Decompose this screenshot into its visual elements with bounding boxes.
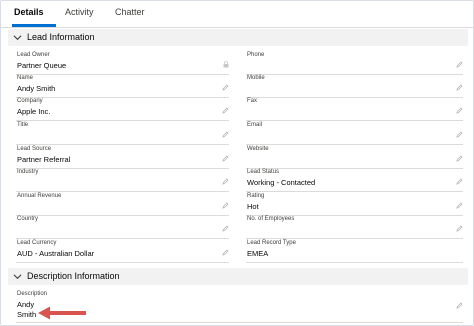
field-label: No. of Employees [247, 216, 295, 222]
field-label: Company [17, 98, 43, 104]
active-tab-indicator [12, 24, 56, 27]
pencil-icon[interactable] [456, 225, 463, 232]
field-label: Phone [247, 52, 265, 58]
section-title: Description Information [27, 271, 120, 281]
description-line-2: Smith [17, 310, 37, 319]
field-lead-record-type: Lead Record Type EMEA [246, 240, 463, 263]
field-value: EMEA [247, 249, 269, 258]
field-label: Lead Source [17, 146, 52, 152]
section-description-information[interactable]: Description Information [8, 268, 468, 285]
field-lead-owner: Lead Owner Partner Queue [16, 52, 229, 75]
tab-details[interactable]: Details [14, 7, 44, 17]
field-value: Partner Queue [17, 61, 67, 70]
field-label: Annual Revenue [17, 193, 62, 199]
field-website: Website [246, 146, 463, 169]
pencil-icon[interactable] [456, 178, 463, 185]
pencil-icon[interactable] [456, 131, 463, 138]
field-value: Hot [247, 202, 259, 211]
field-label: Fax [247, 98, 258, 104]
pencil-icon[interactable] [222, 155, 229, 162]
pencil-icon[interactable] [456, 107, 463, 114]
field-lead-currency: Lead Currency AUD - Australian Dollar [16, 240, 229, 263]
section-title: Lead Information [27, 32, 95, 42]
pencil-icon[interactable] [222, 131, 229, 138]
field-fax: Fax [246, 98, 463, 121]
section-lead-information[interactable]: Lead Information [8, 29, 468, 46]
pencil-icon[interactable] [222, 84, 229, 91]
field-label: Lead Record Type [247, 240, 296, 246]
field-label: Name [17, 75, 34, 81]
pencil-icon[interactable] [222, 249, 229, 256]
field-label: Industry [17, 169, 39, 175]
record-detail-panel: Details Activity Chatter Lead Informatio… [0, 0, 474, 326]
pencil-icon[interactable] [456, 61, 463, 68]
pencil-icon[interactable] [456, 302, 463, 309]
field-label: Lead Status [247, 169, 280, 175]
field-lead-source: Lead Source Partner Referral [16, 146, 229, 169]
field-label: Rating [247, 193, 265, 199]
field-rating: Rating Hot [246, 193, 463, 216]
field-label: Email [247, 122, 263, 128]
chevron-down-icon [13, 35, 22, 41]
field-email: Email [246, 122, 463, 145]
tab-bar: Details Activity Chatter [1, 1, 473, 28]
field-name: Name Andy Smith [16, 75, 229, 98]
field-value: Andy Smith [17, 300, 36, 320]
field-country: Country [16, 216, 229, 239]
pencil-icon[interactable] [222, 107, 229, 114]
field-value: Working - Contacted [247, 178, 316, 187]
tab-activity[interactable]: Activity [65, 7, 94, 17]
field-value: Andy Smith [17, 84, 56, 93]
field-label: Lead Owner [17, 52, 50, 58]
field-lead-status: Lead Status Working - Contacted [246, 169, 463, 192]
description-line-1: Andy [17, 300, 35, 309]
field-label: Country [17, 216, 39, 222]
field-label: Description [17, 291, 48, 297]
field-mobile: Mobile [246, 75, 463, 98]
pencil-icon[interactable] [456, 155, 463, 162]
pencil-icon[interactable] [222, 178, 229, 185]
field-industry: Industry [16, 169, 229, 192]
field-label: Mobile [247, 75, 265, 81]
field-annual-revenue: Annual Revenue [16, 193, 229, 216]
field-label: Lead Currency [17, 240, 57, 246]
pencil-icon[interactable] [222, 225, 229, 232]
pencil-icon[interactable] [222, 202, 229, 209]
field-label: Title [17, 122, 29, 128]
field-label: Website [247, 146, 269, 152]
field-value: AUD - Australian Dollar [17, 249, 95, 258]
field-value: Partner Referral [17, 155, 71, 164]
lock-icon [223, 61, 229, 68]
arrow-icon [38, 306, 86, 320]
tab-chatter[interactable]: Chatter [115, 7, 145, 17]
field-value: Apple Inc. [17, 107, 51, 116]
pencil-icon[interactable] [456, 84, 463, 91]
field-company: Company Apple Inc. [16, 98, 229, 121]
field-phone: Phone [246, 52, 463, 75]
chevron-down-icon [13, 274, 22, 280]
field-title: Title [16, 122, 229, 145]
pencil-icon[interactable] [456, 202, 463, 209]
field-no-of-employees: No. of Employees [246, 216, 463, 239]
